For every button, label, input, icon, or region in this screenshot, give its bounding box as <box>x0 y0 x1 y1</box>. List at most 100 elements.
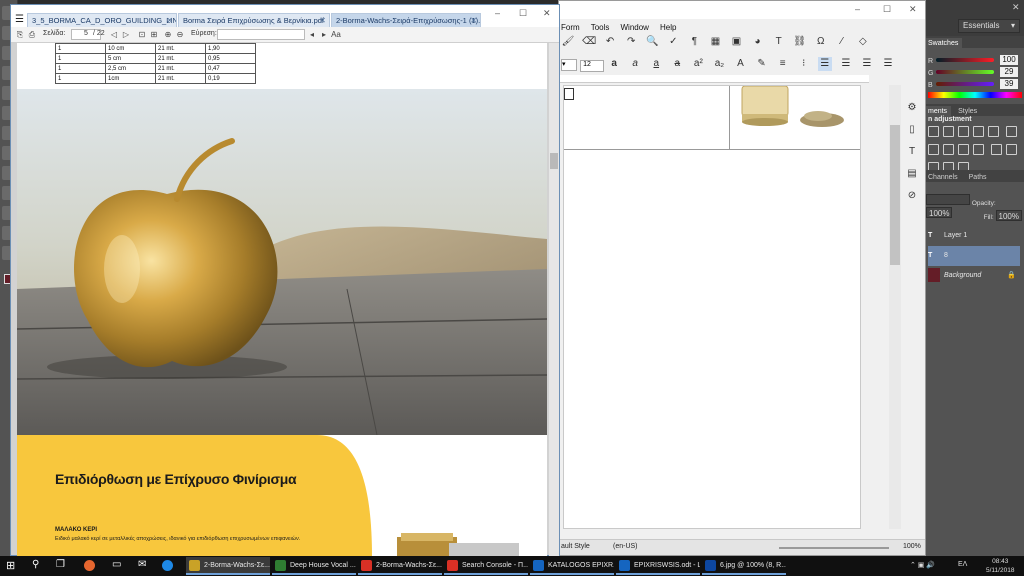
firefox-icon[interactable] <box>84 560 95 571</box>
skype-icon[interactable] <box>162 560 173 571</box>
undo-icon[interactable]: ↶ <box>603 35 617 49</box>
ruler[interactable] <box>559 75 869 83</box>
copy-icon[interactable]: ⎘ <box>15 30 25 40</box>
page-icon[interactable]: ▯ <box>905 123 919 137</box>
subscript-icon[interactable]: a₂ <box>712 57 726 71</box>
align-left-icon[interactable]: ☰ <box>817 57 832 71</box>
close-icon[interactable]: ✕ <box>1012 2 1020 13</box>
insert-image-icon[interactable]: ▣ <box>730 35 744 49</box>
invert-icon[interactable] <box>991 144 1003 155</box>
workspace-select[interactable]: Essentials ▾ <box>958 19 1020 33</box>
find-previous-icon[interactable]: ◂ <box>307 30 317 40</box>
close-icon[interactable]: ✕ <box>166 14 173 27</box>
menu-help[interactable]: Help <box>660 23 676 32</box>
match-case-icon[interactable]: Aa <box>331 30 341 40</box>
shapes-icon[interactable]: ◇ <box>856 35 870 49</box>
numbering-icon[interactable]: ⁝ <box>797 57 811 71</box>
zoom-in-icon[interactable]: ⊕ <box>163 30 173 40</box>
navigator-icon[interactable]: ⊘ <box>905 189 919 203</box>
taskbar-app-button[interactable]: Search Console - Π... <box>444 557 528 575</box>
scroll-thumb[interactable] <box>550 153 558 169</box>
r-slider[interactable] <box>936 58 994 62</box>
scroll-thumb[interactable] <box>890 125 900 265</box>
insert-table-icon[interactable]: ▦ <box>708 35 722 49</box>
align-right-icon[interactable]: ☰ <box>860 57 874 71</box>
fit-page-icon[interactable]: ⊡ <box>137 30 147 40</box>
close-icon[interactable]: ✕ <box>909 4 917 15</box>
styles-icon[interactable]: T <box>905 145 919 159</box>
redo-icon[interactable]: ↷ <box>624 35 638 49</box>
pdf-scrollbar[interactable] <box>549 43 559 557</box>
clone-format-icon[interactable]: 🖌 <box>561 35 575 49</box>
properties-icon[interactable]: ⚙ <box>905 101 919 115</box>
taskbar-app-button[interactable]: 2-Borma-Wachs-Σε... <box>186 557 270 575</box>
photo-filter-icon[interactable] <box>958 144 969 155</box>
tab-channels[interactable]: Channels <box>924 172 962 184</box>
clear-format-icon[interactable]: ⌫ <box>582 35 596 49</box>
posterize-icon[interactable] <box>1006 144 1018 155</box>
tray-icons[interactable]: ⌃ ▣ 🔊 <box>910 561 935 569</box>
zoom-out-icon[interactable]: ⊖ <box>175 30 185 40</box>
strikethrough-icon[interactable]: a <box>670 57 684 71</box>
taskbar-app-button[interactable]: 2-Borma-Wachs-Σε... <box>358 557 442 575</box>
menu-tools[interactable]: Tools <box>591 23 610 32</box>
tab-swatches[interactable]: Swatches <box>924 38 963 50</box>
g-slider[interactable] <box>936 70 994 74</box>
r-value[interactable]: 100 <box>1000 55 1018 65</box>
underline-icon[interactable]: a <box>649 57 663 71</box>
vibrance-icon[interactable] <box>988 126 999 137</box>
b-slider[interactable] <box>936 82 994 86</box>
taskbar-app-button[interactable]: KATALOGOS EPIXR... <box>530 557 614 575</box>
mail-icon[interactable]: ✉ <box>138 559 146 570</box>
close-icon[interactable]: ✕ <box>470 14 477 27</box>
tab-paths[interactable]: Paths <box>965 172 991 184</box>
find-replace-icon[interactable]: 🔍 <box>645 35 659 49</box>
taskbar-app-button[interactable]: 6.jpg @ 100% (8, R... <box>702 557 786 575</box>
menu-format[interactable]: Form <box>561 23 580 32</box>
language-status[interactable]: (en-US) <box>613 543 638 550</box>
zoom-percent[interactable]: 100% <box>903 543 921 550</box>
channel-mixer-icon[interactable] <box>973 144 984 155</box>
windows-start-icon[interactable]: ⊞ <box>6 559 15 572</box>
special-character-icon[interactable]: Ω <box>814 35 828 49</box>
hue-saturation-icon[interactable] <box>1006 126 1018 137</box>
maximize-icon[interactable]: ☐ <box>883 4 891 15</box>
formatting-marks-icon[interactable]: ¶ <box>687 35 701 49</box>
layer-item[interactable]: T Layer 1 <box>928 226 1020 246</box>
menu-window[interactable]: Window <box>620 23 648 32</box>
font-size-select[interactable]: 12 <box>580 60 605 72</box>
color-balance-icon[interactable] <box>928 144 939 155</box>
task-view-icon[interactable]: ❐ <box>56 559 65 570</box>
layer-item[interactable]: Background 🔒 <box>928 266 1020 286</box>
highlight-icon[interactable]: ✎ <box>755 57 769 71</box>
font-color-icon[interactable]: A <box>734 57 748 71</box>
maximize-icon[interactable]: ☐ <box>519 8 527 19</box>
fill-input[interactable]: 100% <box>995 210 1022 221</box>
insert-chart-icon[interactable]: ◕ <box>751 35 765 49</box>
exposure-icon[interactable] <box>973 126 984 137</box>
font-name-select[interactable]: ▾ <box>561 59 577 71</box>
bullets-icon[interactable]: ≡ <box>776 57 790 71</box>
align-center-icon[interactable]: ☰ <box>839 57 853 71</box>
tab-pdf-2[interactable]: Borma Σειρά Επιχρύσωσης & Βερνίκια.pdf ✕ <box>178 13 330 27</box>
writer-scrollbar[interactable] <box>889 85 901 529</box>
next-page-icon[interactable]: ▷ <box>121 30 131 40</box>
italic-icon[interactable]: a <box>628 57 642 71</box>
taskbar-app-button[interactable]: EPIXRISWSIS.odt - L... <box>616 557 700 575</box>
layer-item-selected[interactable]: T 8 <box>928 246 1020 266</box>
language-indicator[interactable]: ΕΛ <box>958 561 967 568</box>
b-value[interactable]: 39 <box>1000 79 1018 89</box>
fit-width-icon[interactable]: ⊞ <box>149 30 159 40</box>
zoom-slider[interactable] <box>779 547 889 549</box>
pdf-page[interactable]: 1 10 cm 21 mt. 1,90 1 5 cm 21 mt. 0,95 1 2,5 cm 21… <box>17 43 547 557</box>
hamburger-menu-icon[interactable]: ☰ <box>15 14 24 25</box>
minimize-icon[interactable]: – <box>855 4 860 14</box>
clock[interactable]: 08:43 5/11/2018 <box>986 557 1014 575</box>
close-icon[interactable]: ✕ <box>543 8 551 19</box>
spelling-icon[interactable]: ✓ <box>666 35 680 49</box>
minimize-icon[interactable]: – <box>495 8 500 18</box>
line-icon[interactable]: ⁄ <box>835 35 849 49</box>
find-input[interactable] <box>217 29 305 40</box>
previous-page-icon[interactable]: ◁ <box>109 30 119 40</box>
brightness-icon[interactable] <box>928 126 939 137</box>
